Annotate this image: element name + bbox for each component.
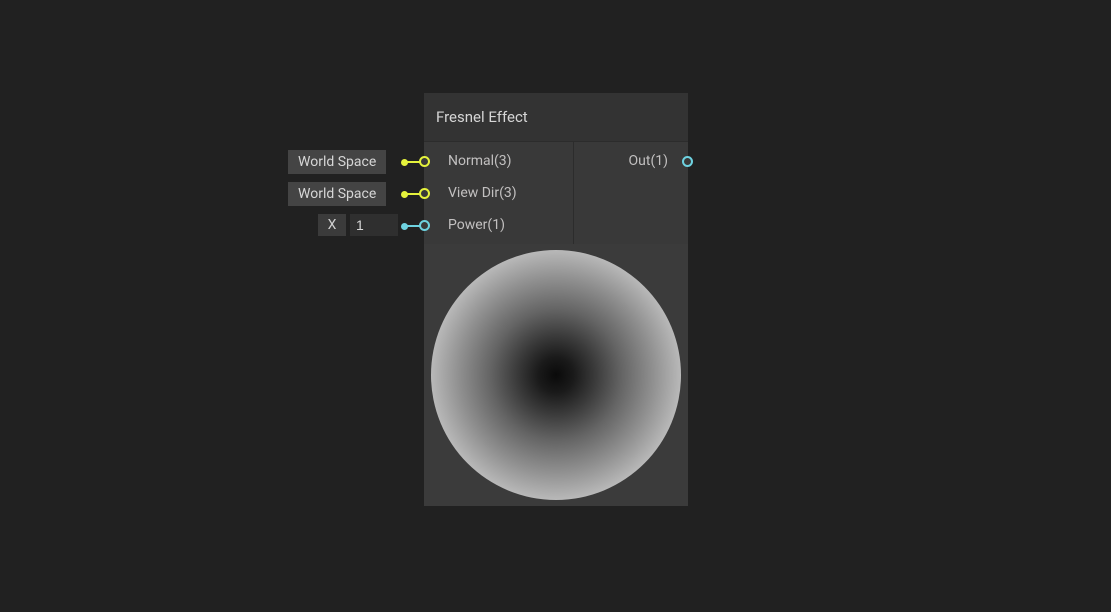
viewdir-space-label: World Space	[298, 186, 376, 202]
outputs-column: Out(1)	[574, 142, 688, 244]
node-header[interactable]: Fresnel Effect	[424, 93, 688, 141]
input-port-power[interactable]: Power(1)	[424, 214, 573, 236]
node-preview	[424, 244, 688, 506]
node-title: Fresnel Effect	[436, 108, 528, 126]
normal-space-label: World Space	[298, 154, 376, 170]
node-ports: Normal(3) View Dir(3) Power(1) Out(1)	[424, 141, 688, 244]
fresnel-effect-node[interactable]: Fresnel Effect Normal(3) View Dir(3) Pow…	[424, 93, 688, 506]
port-socket-icon[interactable]	[682, 156, 693, 167]
input-port-viewdir[interactable]: View Dir(3)	[424, 182, 573, 204]
viewdir-space-dropdown[interactable]: World Space	[288, 182, 386, 206]
port-socket-icon[interactable]	[419, 220, 430, 231]
power-x-row: X	[318, 214, 398, 236]
preview-sphere	[431, 250, 681, 500]
port-label-viewdir: View Dir(3)	[436, 185, 517, 201]
inputs-column: Normal(3) View Dir(3) Power(1)	[424, 142, 574, 244]
power-x-input[interactable]	[350, 214, 398, 236]
port-socket-icon[interactable]	[419, 156, 430, 167]
output-port-out[interactable]: Out(1)	[574, 150, 688, 172]
port-label-normal: Normal(3)	[436, 153, 512, 169]
input-port-normal[interactable]: Normal(3)	[424, 150, 573, 172]
port-label-out: Out(1)	[629, 153, 678, 169]
port-label-power: Power(1)	[436, 217, 505, 233]
normal-space-dropdown[interactable]: World Space	[288, 150, 386, 174]
power-x-axis-label: X	[318, 214, 346, 236]
port-socket-icon[interactable]	[419, 188, 430, 199]
